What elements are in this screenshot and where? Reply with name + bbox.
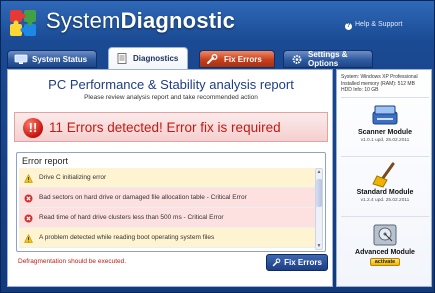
wrench-icon: [272, 258, 281, 267]
tab-settings-options[interactable]: Settings & Options: [283, 50, 373, 68]
tab-fix-errors[interactable]: Fix Errors: [199, 50, 275, 68]
scanner-icon: [372, 105, 398, 125]
app-title-part2: Diagnostic: [120, 8, 236, 33]
fix-errors-button[interactable]: Fix Errors: [266, 254, 328, 271]
app-window: SystemDiagnostic ? Help & Support System …: [0, 0, 435, 293]
tab-label: System Status: [32, 54, 88, 64]
error-report-title: Error report: [22, 156, 69, 166]
system-info: System: Windows XP Professional Installe…: [341, 74, 429, 94]
app-title-part1: System: [46, 8, 121, 33]
tab-system-status[interactable]: System Status: [7, 50, 97, 68]
scroll-thumb[interactable]: [316, 179, 322, 207]
defragmentation-note: Defragmentation should be executed.: [18, 258, 127, 265]
error-text: Read time of hard drive clusters less th…: [39, 214, 224, 221]
activate-button[interactable]: activate: [370, 258, 400, 266]
document-icon: [117, 53, 127, 64]
tab-diagnostics[interactable]: Diagnostics: [108, 47, 188, 69]
divider: [341, 156, 429, 157]
hard-drive-icon: [373, 224, 397, 246]
standard-module[interactable]: Standard Module v1.2.4 upd. 25.02.2011: [337, 162, 433, 212]
warning-triangle-icon: [24, 234, 33, 243]
divider: [341, 97, 429, 98]
scroll-up-arrow-icon[interactable]: ▲: [316, 169, 322, 175]
sysinfo-hdd: HDD Info: 10 GB: [341, 87, 379, 93]
report-subtitle: Please review analysis report and take r…: [84, 94, 258, 101]
module-name: Advanced Module: [355, 249, 415, 256]
help-support-link[interactable]: ? Help & Support: [345, 21, 402, 30]
divider: [341, 216, 429, 217]
tab-bar: System Status Diagnostics Fix Errors Set…: [7, 47, 430, 69]
sysinfo-os: System: Windows XP Professional: [341, 74, 418, 80]
error-list: Drive C initializing error Bad sectors o…: [19, 168, 315, 248]
error-list-scrollbar[interactable]: ▲ ▼: [315, 168, 323, 250]
error-row[interactable]: Drive C initializing error: [19, 168, 315, 188]
app-header: SystemDiagnostic ? Help & Support: [1, 1, 434, 47]
scanner-module[interactable]: Scanner Module v1.0.1 upd. 25.02.2011: [337, 102, 433, 152]
broom-icon: [372, 162, 395, 188]
module-version: v1.2.4 upd. 25.02.2011: [360, 198, 410, 203]
error-text: A problem detected while reading boot op…: [39, 234, 215, 241]
help-icon: ?: [345, 23, 352, 30]
tab-label: Settings & Options: [308, 50, 348, 68]
module-name: Standard Module: [356, 189, 414, 196]
tab-label: Fix Errors: [224, 54, 262, 64]
gear-icon: [292, 54, 302, 64]
error-row[interactable]: Bad sectors on hard drive or damaged fil…: [19, 188, 315, 208]
modules-sidebar: System: Windows XP Professional Installe…: [336, 69, 432, 287]
diagnostics-panel: PC Performance & Stability analysis repo…: [7, 69, 333, 287]
critical-error-icon: [24, 214, 33, 223]
error-report-box: Error report Drive C initializing error …: [16, 152, 326, 252]
alert-text: 11 Errors detected! Error fix is require…: [49, 120, 281, 135]
help-link-label: Help & Support: [355, 21, 403, 28]
tab-label: Diagnostics: [133, 54, 179, 63]
advanced-module[interactable]: Advanced Module activate: [337, 222, 433, 272]
error-text: Bad sectors on hard drive or damaged fil…: [39, 194, 247, 201]
critical-error-icon: [24, 194, 33, 203]
fix-errors-label: Fix Errors: [284, 258, 322, 267]
error-text: Drive C initializing error: [39, 174, 107, 181]
monitor-icon: [14, 54, 28, 64]
puzzle-logo-icon: [10, 10, 36, 36]
module-version: v1.0.1 upd. 25.02.2011: [360, 138, 410, 143]
error-row[interactable]: Read time of hard drive clusters less th…: [19, 208, 315, 228]
scroll-down-arrow-icon[interactable]: ▼: [316, 243, 322, 249]
error-row[interactable]: A problem detected while reading boot op…: [19, 228, 315, 248]
app-title: SystemDiagnostic: [46, 8, 235, 34]
warning-triangle-icon: [24, 174, 33, 183]
wrench-icon: [207, 53, 218, 64]
report-title: PC Performance & Stability analysis repo…: [48, 77, 294, 92]
error-alert-banner: !! 11 Errors detected! Error fix is requ…: [14, 112, 328, 142]
module-name: Scanner Module: [357, 129, 413, 136]
error-count-icon: !!: [23, 118, 43, 138]
